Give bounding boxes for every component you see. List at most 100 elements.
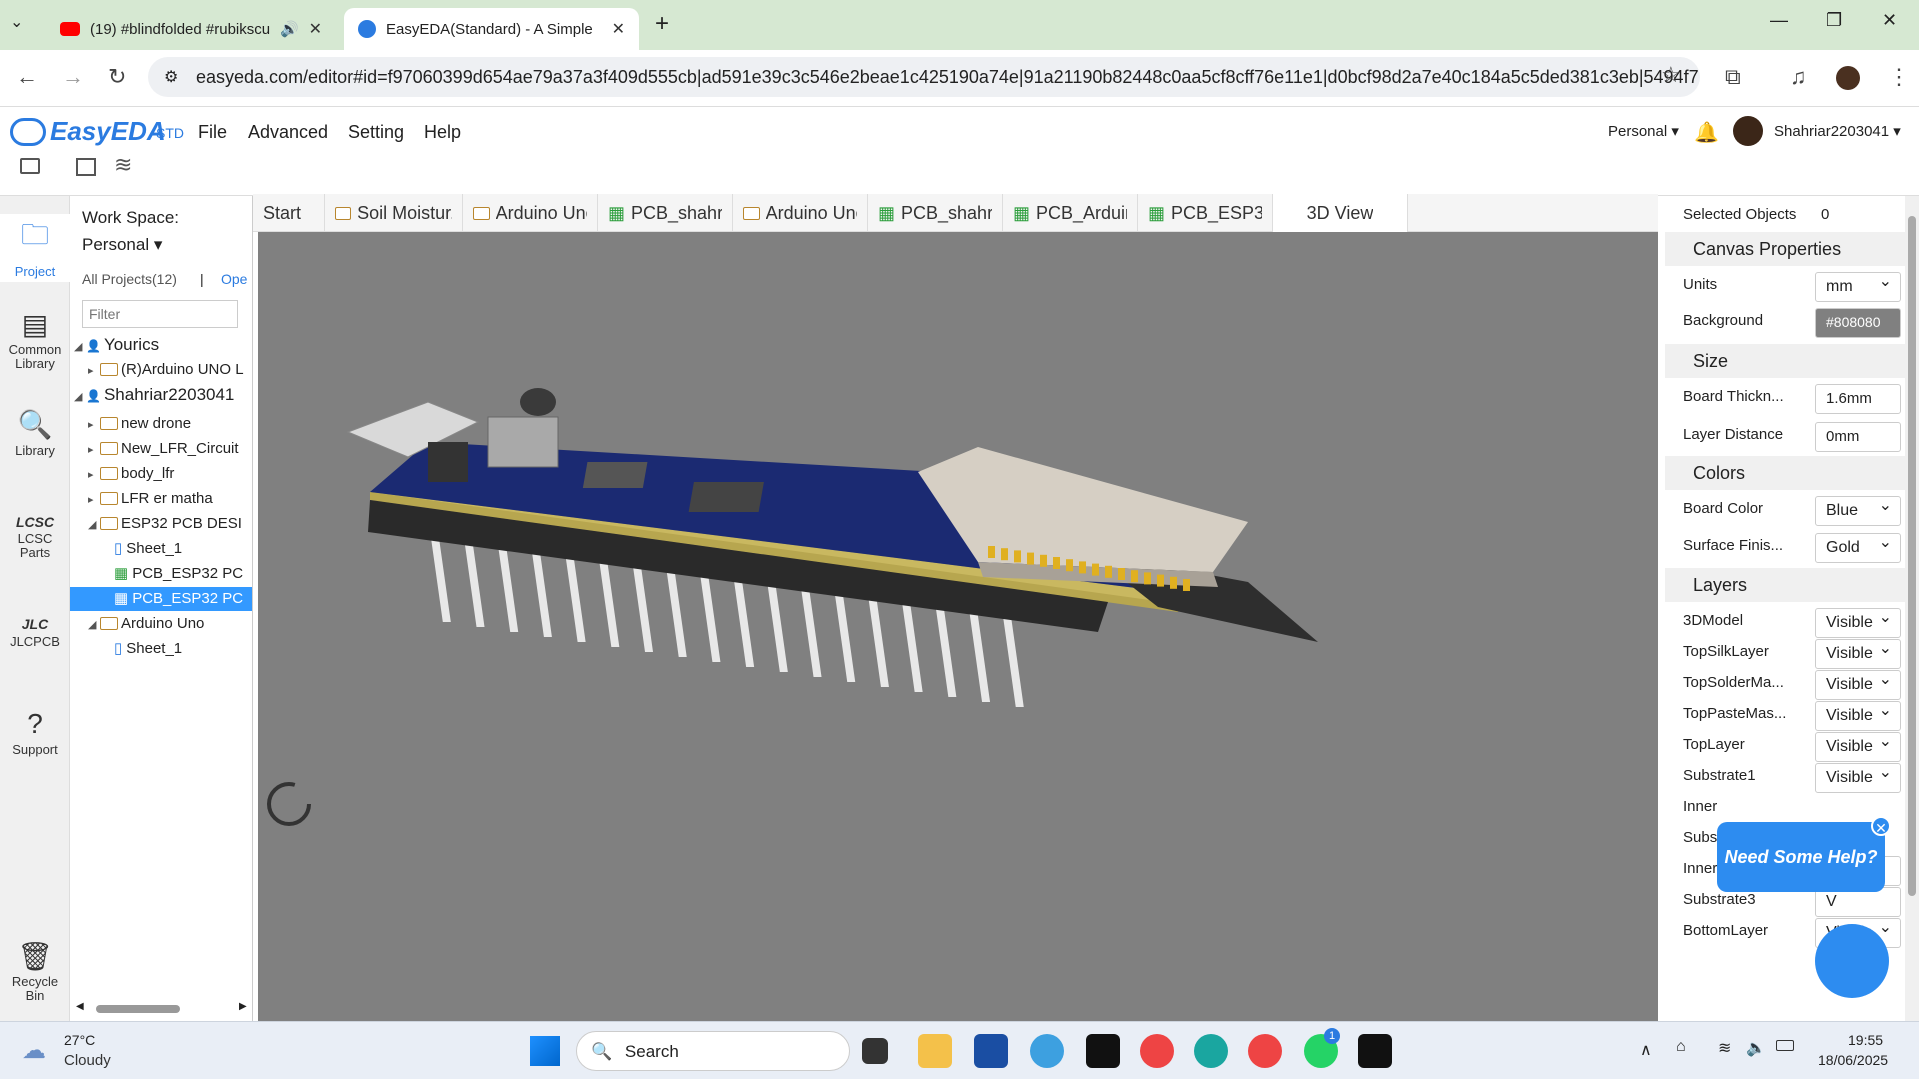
task-view-icon[interactable] [862, 1038, 888, 1064]
layer-visibility-select[interactable]: Visible [1815, 731, 1901, 762]
collapse-icon[interactable]: ◢ [88, 613, 100, 637]
reset-view-icon[interactable] [267, 782, 311, 826]
section-canvas-properties[interactable]: Canvas Properties [1665, 232, 1905, 266]
edge-icon[interactable] [1194, 1034, 1228, 1068]
tray-chevron-icon[interactable]: ∧ [1640, 1040, 1652, 1060]
section-layers[interactable]: Layers [1665, 568, 1905, 602]
expand-icon[interactable]: ▸ [88, 413, 100, 437]
tab-search-icon[interactable]: ⌄ [10, 12, 23, 32]
close-icon[interactable]: ✕ [309, 19, 322, 39]
tree-item[interactable]: ▦ PCB_ESP32 PC [102, 562, 252, 586]
doc-tab[interactable]: ▦PCB_Arduin... [1003, 194, 1138, 232]
weather-temp[interactable]: 27°C [64, 1032, 95, 1048]
expand-icon[interactable]: ▸ [88, 438, 100, 462]
expand-icon[interactable]: ▸ [88, 463, 100, 487]
chrome-icon[interactable] [1140, 1034, 1174, 1068]
profile-avatar[interactable] [1836, 66, 1860, 90]
browser-tab-easyeda[interactable]: EasyEDA(Standard) - A Simple a ✕ [344, 8, 639, 50]
file-explorer-icon[interactable] [918, 1034, 952, 1068]
nav-project[interactable]: 🗀 Project [0, 214, 70, 282]
doc-tab[interactable]: ▦PCB_shahri... [598, 194, 733, 232]
tree-item[interactable]: ▯ Sheet_1 [102, 537, 252, 561]
help-app-icon[interactable] [1030, 1034, 1064, 1068]
expand-icon[interactable]: ▸ [88, 359, 100, 383]
scroll-left-icon[interactable]: ◀ [76, 1001, 84, 1012]
bookmark-star-icon[interactable]: ☆ [1661, 62, 1681, 88]
close-icon[interactable]: ✕ [612, 19, 625, 39]
horizontal-scrollbar[interactable]: ◀ ▶ [76, 1001, 248, 1014]
clock-time[interactable]: 19:55 [1848, 1032, 1883, 1048]
volume-icon[interactable]: 🔈 [1746, 1038, 1766, 1058]
nav-common-library[interactable]: ▤ Common Library [0, 308, 70, 371]
doc-tab[interactable]: ▦PCB_shahri... [868, 194, 1003, 232]
app-logo[interactable]: EasyEDA [50, 116, 166, 147]
scroll-thumb[interactable] [96, 1005, 180, 1013]
menu-advanced[interactable]: Advanced [248, 122, 328, 143]
tree-item[interactable]: ▸ (R)Arduino UNO L [88, 358, 252, 383]
layer-visibility-select[interactable]: Visible [1815, 638, 1901, 669]
layer-visibility-select[interactable]: Visible [1815, 700, 1901, 731]
tree-item[interactable]: ◢ 👤 Yourics [74, 333, 252, 357]
filter-input[interactable] [82, 300, 238, 328]
url-field[interactable]: ⚙ easyeda.com/editor#id=f97060399d654ae7… [148, 57, 1700, 97]
clock-date[interactable]: 18/06/2025 [1818, 1052, 1888, 1068]
site-info-icon[interactable]: ⚙ [164, 67, 178, 87]
layer-distance-input[interactable]: 0mm [1815, 422, 1901, 452]
extensions-icon[interactable]: ⧉ [1725, 64, 1741, 90]
myhp-icon[interactable] [974, 1034, 1008, 1068]
layer-visibility-select[interactable]: Visible [1815, 607, 1901, 638]
help-bubble[interactable]: Need Some Help? [1717, 822, 1885, 892]
new-tab-button[interactable]: + [655, 10, 669, 38]
windows-start-icon[interactable] [530, 1036, 560, 1066]
bell-icon[interactable]: 🔔 [1694, 120, 1719, 145]
reload-icon[interactable]: ↻ [108, 64, 126, 90]
doc-tab[interactable]: 3D View [1273, 194, 1408, 232]
username[interactable]: Shahriar2203041 ▾ [1774, 122, 1901, 140]
nav-lcsc-parts[interactable]: LCSC LCSC Parts [0, 514, 70, 560]
collapse-icon[interactable]: ◢ [74, 385, 86, 409]
units-select[interactable]: mm [1815, 271, 1901, 302]
forward-icon[interactable]: → [62, 64, 84, 90]
nav-jlcpcb[interactable]: JLC JLCPCB [0, 616, 70, 649]
scroll-right-icon[interactable]: ▶ [239, 1001, 247, 1012]
tree-item[interactable]: ▸ New_LFR_Circuit [88, 437, 252, 462]
section-size[interactable]: Size [1665, 344, 1905, 378]
nav-library[interactable]: 🔍 Library [0, 408, 70, 458]
taskbar-search[interactable]: 🔍 Search [576, 1031, 850, 1071]
tree-item[interactable]: ▸ body_lfr [88, 462, 252, 487]
window-close-icon[interactable]: ✕ [1882, 10, 1897, 31]
minimize-icon[interactable]: — [1770, 10, 1788, 31]
tree-item[interactable]: ▯ Sheet_1 [102, 637, 252, 661]
layer-visibility-select[interactable]: Visible [1815, 762, 1901, 793]
nav-support[interactable]: ? Support [0, 708, 70, 757]
chat-icon[interactable] [1815, 924, 1889, 998]
doc-tab[interactable]: ▦PCB_ESP32... [1138, 194, 1273, 232]
doc-tab[interactable]: Soil Moistur... [325, 194, 463, 232]
media-icon[interactable]: ♫ [1790, 64, 1807, 90]
collapse-icon[interactable]: ◢ [88, 513, 100, 537]
tree-item[interactable]: ▦ PCB_ESP32 PC [70, 587, 252, 611]
pycharm-icon[interactable] [1086, 1034, 1120, 1068]
wifi-icon[interactable]: ≋ [1718, 1038, 1731, 1058]
tree-item[interactable]: ◢ ESP32 PCB DESI [88, 512, 252, 537]
browser-menu-icon[interactable]: ⋮ [1888, 64, 1910, 90]
maximize-icon[interactable]: ❐ [1826, 10, 1842, 31]
right-scrollbar[interactable] [1905, 196, 1919, 1021]
weather-desc[interactable]: Cloudy [64, 1052, 111, 1069]
open-link[interactable]: Ope [221, 271, 247, 287]
user-avatar[interactable] [1733, 116, 1763, 146]
chrome-profile-icon[interactable] [1248, 1034, 1282, 1068]
menu-help[interactable]: Help [424, 122, 461, 143]
network-icon[interactable]: ⌂ [1676, 1038, 1686, 1056]
expand-icon[interactable]: ▸ [88, 488, 100, 512]
tree-item[interactable]: ◢ 👤 Shahriar2203041 [74, 383, 252, 409]
menu-setting[interactable]: Setting [348, 122, 404, 143]
back-icon[interactable]: ← [16, 64, 38, 90]
workspace-dropdown[interactable]: Personal ▾ [82, 235, 162, 255]
thickness-input[interactable]: 1.6mm [1815, 384, 1901, 414]
nav-recycle-bin[interactable]: 🗑 Recycle Bin [0, 940, 70, 1003]
browser-tab-youtube[interactable]: (19) #blindfolded #rubikscu 🔊 ✕ [46, 8, 336, 50]
capcut-icon[interactable] [1358, 1034, 1392, 1068]
surface-finish-select[interactable]: Gold [1815, 532, 1901, 563]
speaker-icon[interactable]: 🔊 [280, 20, 299, 38]
